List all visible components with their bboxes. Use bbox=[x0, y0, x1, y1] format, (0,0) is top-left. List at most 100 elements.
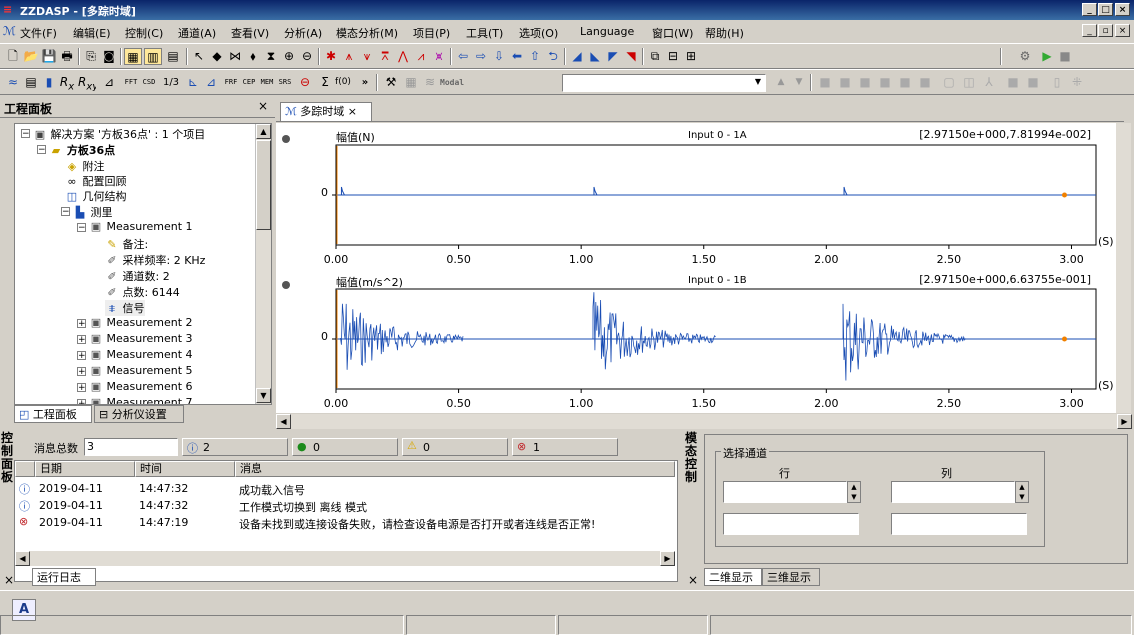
layout-split-icon[interactable]: ▥ bbox=[144, 48, 162, 65]
tree-item-measurement[interactable]: ▣ Measurement 7 bbox=[89, 396, 193, 404]
cep-icon[interactable]: CEP bbox=[240, 74, 258, 91]
col-value-field[interactable] bbox=[891, 513, 1027, 535]
column-header-message[interactable]: 消息 bbox=[235, 461, 675, 477]
menu-tools[interactable]: 工具(T) bbox=[466, 25, 503, 41]
multi-cursor-icon[interactable]: ⩘ bbox=[412, 48, 430, 65]
expand-horizontal-icon[interactable]: ⋈ bbox=[226, 48, 244, 65]
tool-a-icon[interactable]: ◢ bbox=[568, 48, 586, 65]
close-button[interactable]: × bbox=[1115, 3, 1130, 16]
tree-item-note[interactable]: ◈ 附注 bbox=[65, 158, 105, 174]
chevron-down-icon[interactable]: ▼ bbox=[755, 77, 761, 86]
expand-toggle[interactable]: + bbox=[77, 367, 86, 377]
chart-radio-icon[interactable] bbox=[282, 281, 290, 289]
tree-item-measurement[interactable]: ▣ Measurement 5 bbox=[89, 364, 193, 377]
order-icon[interactable]: ⊖ bbox=[296, 74, 314, 91]
chart-vscroll[interactable] bbox=[1116, 123, 1131, 413]
tab-run-log[interactable]: 运行日志 bbox=[32, 568, 96, 586]
close-icon[interactable]: × bbox=[348, 105, 357, 118]
row-value-field[interactable] bbox=[723, 513, 859, 535]
message-total-field[interactable]: 3 bbox=[84, 438, 178, 456]
scroll-thumb[interactable] bbox=[256, 140, 271, 230]
wave-cursor-icon[interactable]: ⩙ bbox=[430, 48, 448, 65]
menu-view[interactable]: 查看(V) bbox=[231, 25, 269, 41]
toolbar-overflow-icon[interactable]: » bbox=[356, 74, 374, 91]
close-icon[interactable]: × bbox=[258, 99, 268, 113]
ok-filter-button[interactable]: ● 0 bbox=[292, 438, 398, 456]
layout-single-icon[interactable]: ▤ bbox=[164, 48, 182, 65]
log-hscroll[interactable]: ◀ ▶ bbox=[15, 551, 675, 566]
expand-toggle[interactable]: + bbox=[77, 351, 86, 361]
menu-window[interactable]: 窗口(W) bbox=[652, 25, 693, 41]
close-icon[interactable]: × bbox=[688, 573, 698, 587]
arrow-right-icon[interactable]: ⇨ bbox=[472, 48, 490, 65]
warning-filter-button[interactable]: ⚠ 0 bbox=[402, 438, 508, 456]
tree-item-measurement[interactable]: ▣ Measurement 6 bbox=[89, 380, 193, 393]
scroll-right-icon[interactable]: ▶ bbox=[660, 551, 675, 566]
tree-scrollbar[interactable]: ▲ ▼ bbox=[255, 124, 271, 404]
row-input[interactable] bbox=[723, 481, 847, 503]
chart-hscroll[interactable]: ◀ ▶ bbox=[276, 414, 1132, 429]
menu-analysis[interactable]: 分析(A) bbox=[284, 25, 322, 41]
band-cursor-icon[interactable]: ⋀ bbox=[394, 48, 412, 65]
zoom-out-icon[interactable]: ⊖ bbox=[298, 48, 316, 65]
error-filter-button[interactable]: ⊗ 1 bbox=[512, 438, 618, 456]
arrow-up-icon[interactable]: ⇧ bbox=[526, 48, 544, 65]
settings-gear-icon[interactable]: ⚙ bbox=[1016, 48, 1034, 65]
double-cursor-icon[interactable]: ⩛ bbox=[358, 48, 376, 65]
menu-options[interactable]: 选项(O) bbox=[519, 25, 558, 41]
stat-icon[interactable]: ⊿ bbox=[100, 74, 118, 91]
mdi-minimize-button[interactable]: _ bbox=[1082, 24, 1097, 37]
tree-item-measurement[interactable]: ▣ Measurement 3 bbox=[89, 332, 193, 345]
col-input[interactable] bbox=[891, 481, 1015, 503]
tree-item-measurement[interactable]: ▣ Measurement 2 bbox=[89, 316, 193, 329]
arrow-left-icon[interactable]: ⇦ bbox=[454, 48, 472, 65]
open-folder-icon[interactable]: 📂 bbox=[22, 48, 40, 65]
move-vertical-icon[interactable]: ⬧ bbox=[244, 48, 262, 65]
table-row[interactable]: ⓘ 2019-04-11 14:47:32 成功载入信号 bbox=[15, 481, 675, 498]
scroll-left-icon[interactable]: ◀ bbox=[15, 551, 30, 566]
rxy-icon[interactable]: Rxy bbox=[78, 74, 96, 91]
menu-file[interactable]: 文件(F) bbox=[20, 25, 57, 41]
tab-3d-display[interactable]: 三维显示 bbox=[762, 568, 820, 586]
window-cascade-icon[interactable]: ⧉ bbox=[646, 48, 664, 65]
column-header-icon[interactable] bbox=[15, 461, 35, 477]
arrow-return-icon[interactable]: ⮌ bbox=[544, 48, 562, 65]
collapse-toggle[interactable]: − bbox=[77, 223, 86, 233]
peak-cursor-icon[interactable]: ⩚ bbox=[340, 48, 358, 65]
collapse-toggle[interactable]: − bbox=[37, 145, 46, 155]
tab-2d-display[interactable]: 二维显示 bbox=[704, 568, 762, 586]
menu-channel[interactable]: 通道(A) bbox=[178, 25, 216, 41]
stop-icon[interactable]: ■ bbox=[1056, 48, 1074, 65]
tree-item-config-review[interactable]: ∞ 配置回顾 bbox=[65, 173, 126, 189]
rx-icon[interactable]: Rx bbox=[58, 74, 76, 91]
pointer-icon[interactable]: ↖ bbox=[190, 48, 208, 65]
column-header-date[interactable]: 日期 bbox=[35, 461, 135, 477]
close-icon[interactable]: × bbox=[4, 573, 14, 587]
new-file-icon[interactable]: 🗋 bbox=[4, 48, 22, 65]
tree-item-points[interactable]: ✐ 点数: 6144 bbox=[105, 284, 179, 300]
maximize-button[interactable]: □ bbox=[1098, 3, 1113, 16]
csd-icon[interactable]: CSD bbox=[140, 74, 158, 91]
tool-c-icon[interactable]: ◤ bbox=[604, 48, 622, 65]
tool-b-icon[interactable]: ◣ bbox=[586, 48, 604, 65]
mem-icon[interactable]: MEM bbox=[258, 74, 276, 91]
tree-item-measure[interactable]: ▙ 测里 bbox=[73, 204, 113, 220]
octave-icon[interactable]: 1/3 bbox=[162, 74, 180, 91]
fft-icon[interactable]: FFT bbox=[122, 74, 140, 91]
row-stepper[interactable]: ▲ ▼ bbox=[847, 481, 861, 503]
tree-item-measurement[interactable]: ▣ Measurement 4 bbox=[89, 348, 193, 361]
f0-icon[interactable]: f(0) bbox=[334, 74, 352, 91]
column-header-time[interactable]: 时间 bbox=[135, 461, 235, 477]
layout-grid-icon[interactable]: ▦ bbox=[124, 48, 142, 65]
menu-modal-analysis[interactable]: 模态分析(M) bbox=[336, 25, 398, 41]
expand-vertical-icon[interactable]: ⧗ bbox=[262, 48, 280, 65]
col-stepper[interactable]: ▲ ▼ bbox=[1015, 481, 1029, 503]
arrow-back-icon[interactable]: ⬅ bbox=[508, 48, 526, 65]
tree-item-geometry[interactable]: ◫ 几何结构 bbox=[65, 188, 127, 204]
bar-chart-icon[interactable]: ▮ bbox=[40, 74, 58, 91]
mdi-close-button[interactable]: × bbox=[1115, 24, 1130, 37]
print-icon[interactable]: 🖶 bbox=[58, 48, 76, 65]
info-filter-button[interactable]: ⓘ 2 bbox=[182, 438, 288, 456]
cancel-cursor-icon[interactable]: ✱ bbox=[322, 48, 340, 65]
tree-item-signal[interactable]: ⩨ 信号 bbox=[105, 300, 145, 316]
